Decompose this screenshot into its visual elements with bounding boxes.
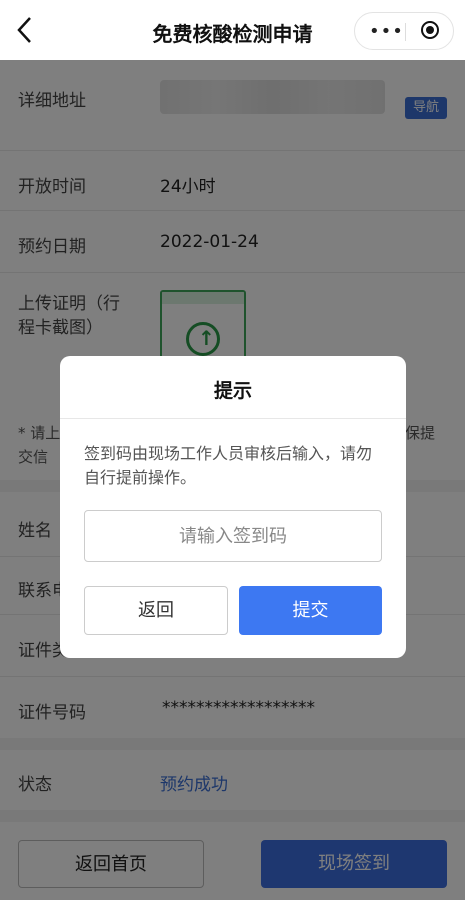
mini-program-capsule: •••	[354, 12, 454, 50]
sign-in-code-input[interactable]	[84, 510, 382, 562]
dialog-divider	[60, 418, 406, 419]
capsule-divider	[405, 23, 406, 41]
dialog-cancel-button[interactable]: 返回	[84, 586, 228, 635]
close-program-icon[interactable]	[421, 21, 439, 39]
dialog-submit-button[interactable]: 提交	[239, 586, 382, 635]
nav-bar: 免费核酸检测申请 •••	[0, 0, 465, 60]
sign-in-code-dialog: 提示 签到码由现场工作人员审核后输入，请勿自行提前操作。 返回 提交	[60, 356, 406, 658]
dialog-title: 提示	[213, 380, 252, 402]
more-menu-icon[interactable]: •••	[369, 21, 404, 42]
dialog-message: 签到码由现场工作人员审核后输入，请勿自行提前操作。	[84, 444, 373, 487]
